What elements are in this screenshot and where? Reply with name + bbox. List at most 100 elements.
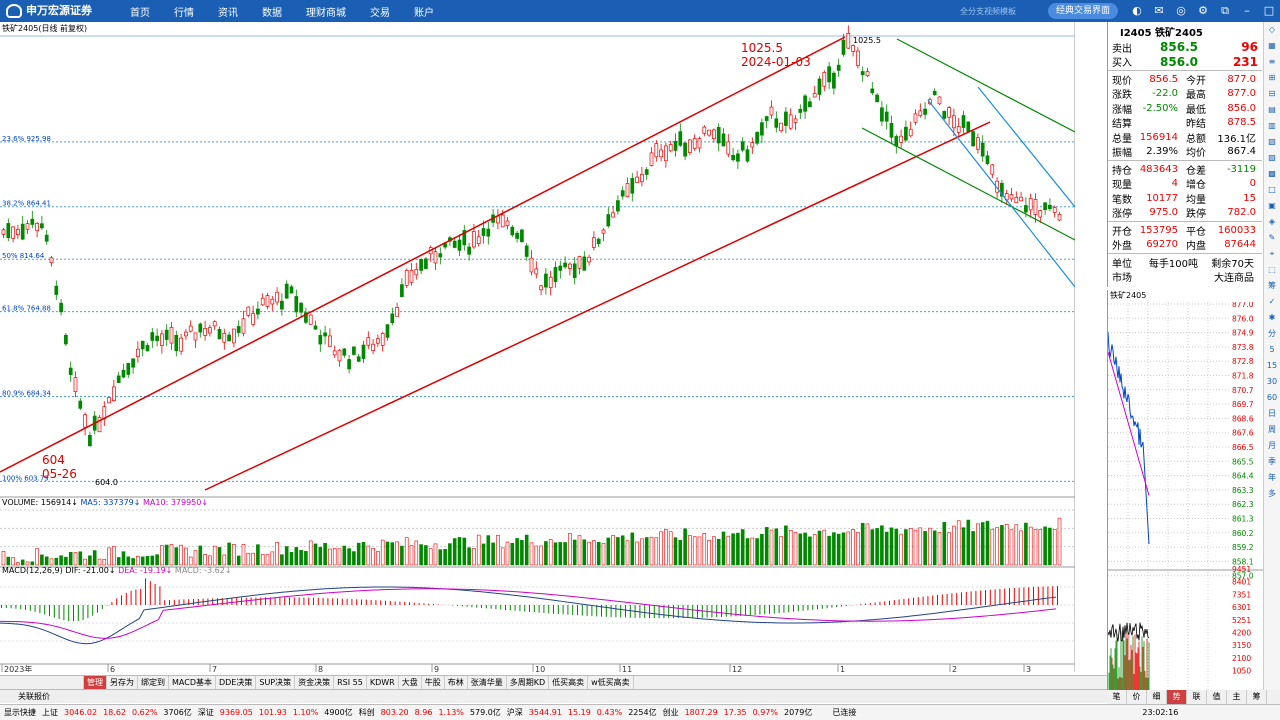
toolbar-icon[interactable]: 15 (1264, 358, 1280, 374)
toolbar-icon[interactable]: 30 (1264, 374, 1280, 390)
candle-body (328, 335, 332, 347)
toolbar-icon[interactable]: □ (1264, 182, 1280, 198)
intraday-tick: 863.3 (1232, 486, 1254, 495)
restore-icon[interactable]: ⧉ (1218, 4, 1232, 18)
quick-toggle[interactable]: 显示快捷 (4, 707, 36, 718)
side-tab[interactable]: 细 (1147, 690, 1167, 704)
indicator-tab[interactable]: 布林 (445, 676, 468, 689)
volume-bar (985, 520, 990, 566)
search-input[interactable]: 全分支视频模板 (960, 6, 1016, 17)
settings-icon[interactable]: ⚙ (1196, 4, 1210, 18)
menu-news[interactable]: 资讯 (218, 4, 238, 19)
toolbar-icon[interactable]: 日 (1264, 406, 1280, 422)
side-tab[interactable]: 值 (1207, 690, 1227, 704)
side-tab[interactable]: 价 (1127, 690, 1147, 704)
indicator-tab[interactable]: 牛股 (422, 676, 445, 689)
side-tab[interactable]: 势 (1167, 690, 1187, 704)
candle-body (265, 295, 270, 307)
candle-body (1043, 202, 1047, 211)
menu-home[interactable]: 首页 (130, 4, 150, 19)
side-tab[interactable]: 笔 (1107, 690, 1127, 704)
side-tab[interactable]: 筹 (1247, 690, 1267, 704)
indicator-tab[interactable]: 管理 (84, 676, 107, 689)
toolbar-icon[interactable]: 季 (1264, 454, 1280, 470)
indicator-tab[interactable]: MACD基本 (169, 676, 216, 689)
menu-account[interactable]: 账户 (414, 4, 434, 19)
toolbar-icon[interactable]: 多 (1264, 486, 1280, 502)
toolbar-icon[interactable]: 5 (1264, 342, 1280, 358)
toolbar-icon[interactable]: 筹 (1264, 278, 1280, 294)
buy-row: 买入 856.0 231 (1108, 55, 1262, 70)
headset-icon[interactable]: ◐ (1130, 4, 1144, 18)
indicator-tab[interactable]: 另存为 (107, 676, 138, 689)
toolbar-icon[interactable]: ⌖ (1264, 246, 1280, 262)
indicator-tab[interactable]: 多周期KD (507, 676, 550, 689)
classic-trade-button[interactable]: 经典交易界面 (1048, 3, 1119, 19)
toolbar-icon[interactable]: ▨ (1264, 150, 1280, 166)
candle-body (385, 324, 390, 338)
sell-volume: 96 (1241, 40, 1258, 55)
toolbar-icon[interactable]: ✱ (1264, 310, 1280, 326)
volume-bar (414, 540, 419, 566)
toolbar-icon[interactable]: ≡ (1264, 54, 1280, 70)
toolbar-icon[interactable]: 周 (1264, 422, 1280, 438)
toolbar-icon[interactable]: ▩ (1264, 166, 1280, 182)
indicator-tab[interactable]: 绑定到 (138, 676, 169, 689)
toolbar-icon[interactable]: 年 (1264, 470, 1280, 486)
toolbar-icon[interactable]: ▤ (1264, 102, 1280, 118)
message-icon[interactable]: ✉ (1152, 4, 1166, 18)
maximize-icon[interactable]: □ (1262, 4, 1276, 18)
candle-body (409, 269, 414, 283)
toolbar-icon[interactable]: ⊟ (1264, 86, 1280, 102)
indicator-tab[interactable]: w低买高卖 (588, 676, 634, 689)
toolbar-icon[interactable]: ▥ (1264, 118, 1280, 134)
candle-body (712, 129, 716, 139)
menu-trade[interactable]: 交易 (370, 4, 390, 19)
candle-body (894, 136, 899, 147)
indicator-tab[interactable]: 资金决策 (295, 676, 335, 689)
indicator-tab[interactable]: 张清华量 (468, 676, 507, 689)
volume-bar (1, 550, 6, 566)
candle-body (404, 270, 409, 286)
toolbar-icon[interactable]: ▦ (1264, 38, 1280, 54)
fib-label: 38.2% 864.41 (2, 200, 51, 208)
toolbar-icon[interactable]: ▣ (1264, 198, 1280, 214)
unit-row: 单位 每手100吨 剩余70天 (1108, 255, 1262, 270)
toolbar-icon[interactable]: ⬚ (1264, 262, 1280, 278)
toolbar-icon[interactable]: 60 (1264, 390, 1280, 406)
indicator-tab[interactable]: KDWR (367, 676, 399, 689)
volume-bar (284, 546, 289, 566)
toolbar-icon[interactable]: ◈ (1264, 214, 1280, 230)
volume-bar (1052, 529, 1057, 566)
menu-data[interactable]: 数据 (262, 4, 282, 19)
indicator-tab[interactable]: 低买高卖 (549, 676, 589, 689)
volume-bar (160, 545, 164, 566)
toolbar-icon[interactable]: ✎ (1264, 230, 1280, 246)
menu-wealth[interactable]: 理财商城 (306, 4, 346, 19)
menu-market[interactable]: 行情 (174, 4, 194, 19)
candle-body (68, 367, 73, 375)
side-tab[interactable]: 主 (1227, 690, 1247, 704)
indicator-tab[interactable]: SUP决策 (256, 676, 296, 689)
green-upper (896, 38, 1075, 133)
indicator-tab[interactable]: DDE决策 (216, 676, 257, 689)
toolbar-icon[interactable]: 月 (1264, 438, 1280, 454)
intraday-svg[interactable]: 877.0 876.0 874.9 873.8 872.8 871.8 870.7 869.7… (1108, 302, 1263, 690)
macd-title: MACD(12,26,9) (2, 566, 63, 575)
market-label: 市场 (1112, 273, 1132, 285)
toolbar-icon[interactable]: ⊞ (1264, 70, 1280, 86)
toolbar-icon[interactable]: ◇ (1264, 22, 1280, 38)
skin-icon[interactable]: ◎ (1174, 4, 1188, 18)
quote-value: 877.0 (1227, 88, 1256, 100)
quote-key: 持仓 (1112, 165, 1132, 177)
side-tab[interactable]: 联 (1187, 690, 1207, 704)
toolbar-icon[interactable]: ▧ (1264, 134, 1280, 150)
indicator-tab[interactable]: 大盘 (399, 676, 422, 689)
toolbar-icon[interactable]: ✓ (1264, 294, 1280, 310)
toolbar-icon[interactable]: 分 (1264, 326, 1280, 342)
volume-bar (1057, 517, 1062, 566)
intraday-chart[interactable]: 铁矿2405 877.0 876.0 874.9 873.8 872.8 871.8 870… (1107, 290, 1263, 690)
related-quote-bar[interactable]: 关联报价 (0, 689, 1107, 703)
indicator-tab[interactable]: RSI 55 (334, 676, 367, 689)
minimize-icon[interactable]: – (1240, 4, 1254, 18)
